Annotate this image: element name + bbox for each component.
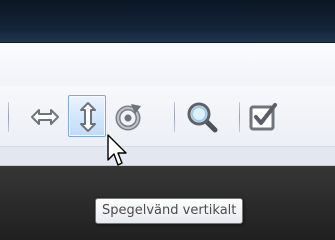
tooltip: Spegelvänd vertikalt xyxy=(95,198,244,224)
toolbar-separator xyxy=(8,102,9,132)
rotate-icon xyxy=(115,104,141,131)
rotate-button[interactable] xyxy=(109,95,147,137)
checkmark-box-icon xyxy=(249,103,277,131)
app-window: Spegelvänd vertikalt xyxy=(0,0,335,240)
menu-area xyxy=(0,43,335,86)
mouse-pointer-icon xyxy=(107,134,127,166)
zoom-button[interactable] xyxy=(182,95,220,137)
flip-horizontal-button[interactable] xyxy=(25,95,63,137)
vertical-arrows-icon xyxy=(80,102,96,132)
magnifier-icon xyxy=(187,102,218,133)
horizontal-arrows-icon xyxy=(31,109,59,125)
flip-vertical-button[interactable] xyxy=(68,95,106,137)
toolbar-separator xyxy=(174,102,175,132)
checkbox-button[interactable] xyxy=(243,95,281,137)
toolbar-bottom-strip xyxy=(0,147,335,166)
window-title-bar[interactable] xyxy=(0,0,335,42)
toolbar-separator xyxy=(239,102,240,132)
